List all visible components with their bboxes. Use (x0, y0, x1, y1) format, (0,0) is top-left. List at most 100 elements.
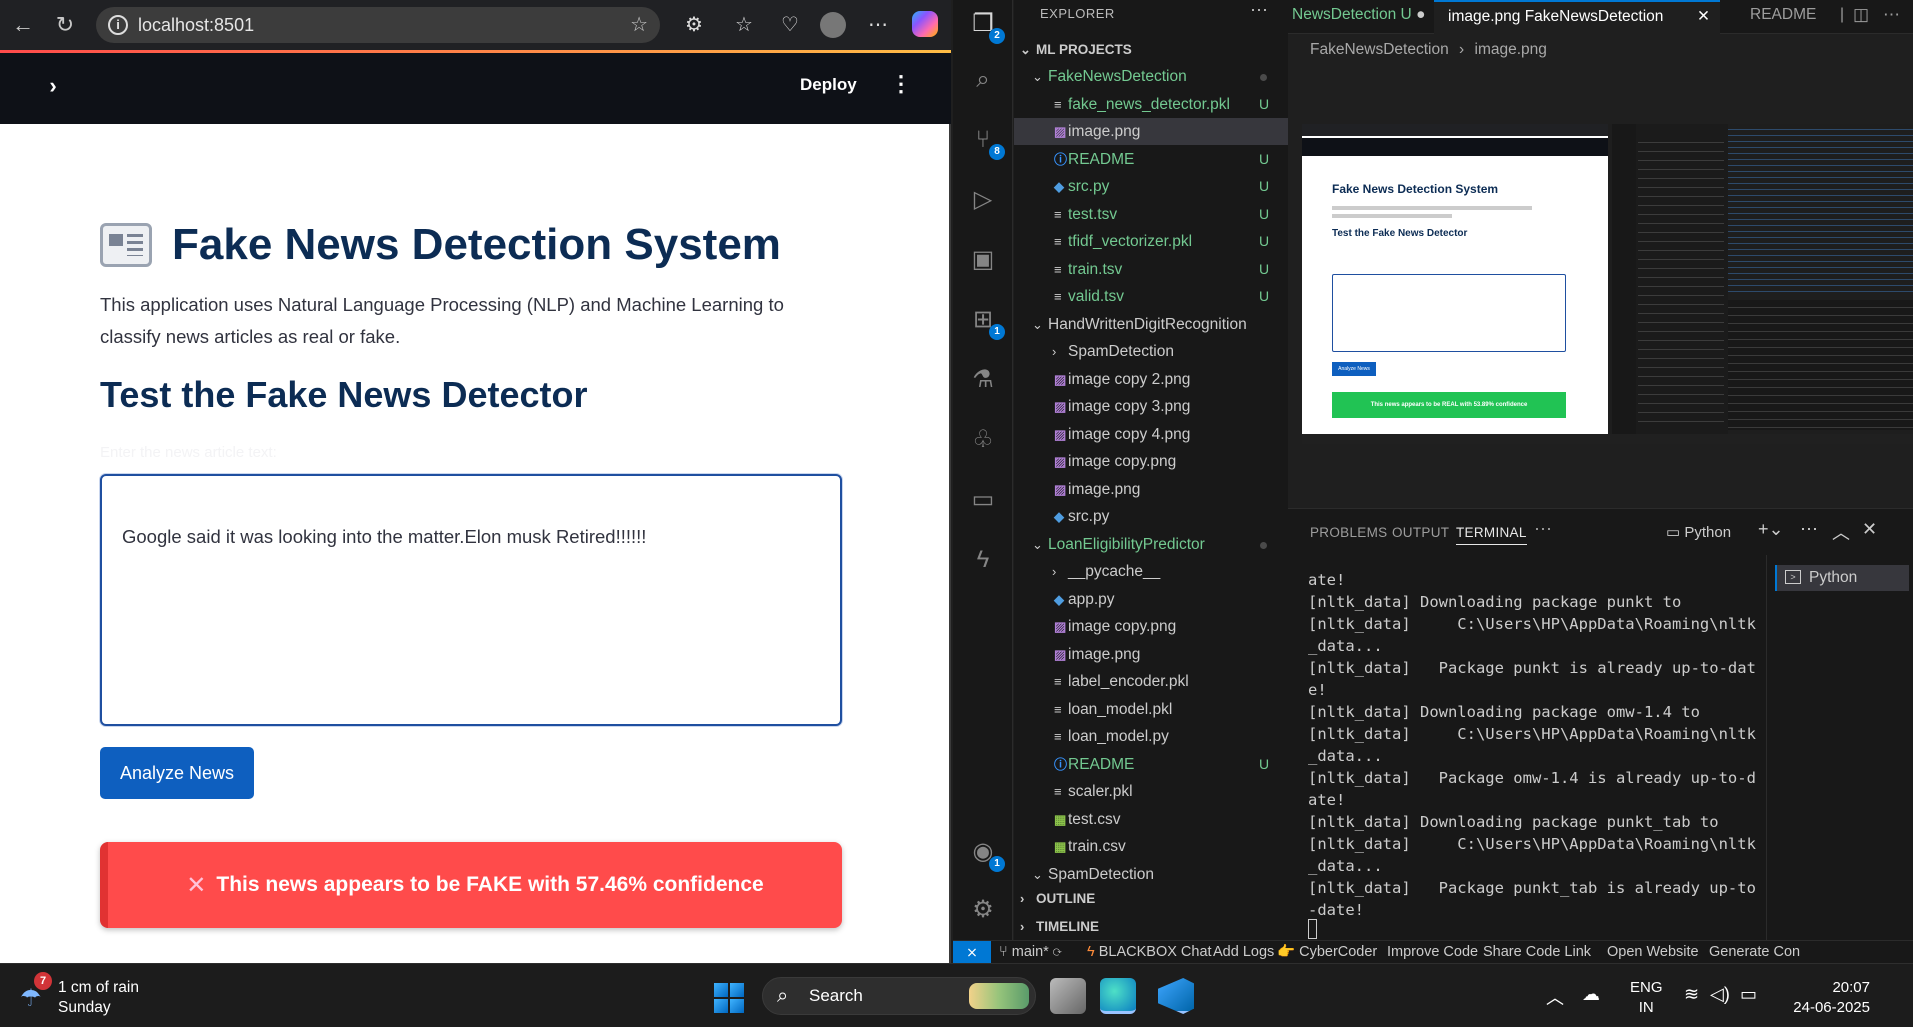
clock[interactable]: 20:07 24-06-2025 (1780, 978, 1870, 1018)
tree-file[interactable]: ▦ test.csv (1014, 806, 1288, 833)
tree-file[interactable]: ▨ image copy 4.png (1014, 421, 1288, 448)
tree-file[interactable]: ▨ image.png (1014, 476, 1288, 503)
outline-header[interactable]: › OUTLINE (1014, 885, 1288, 912)
workspace-header[interactable]: ⌄ ML PROJECTS (1014, 36, 1288, 63)
tree-file[interactable]: ≡ loan_model.py (1014, 723, 1288, 750)
run-debug-icon[interactable]: ▷ (967, 184, 999, 216)
volume-icon[interactable]: ◁) (1710, 984, 1730, 1005)
taskbar-search[interactable]: ⌕ Search (762, 977, 1036, 1015)
close-panel-icon[interactable]: ✕ (1862, 519, 1877, 540)
accounts-icon[interactable]: ◉ 1 (967, 836, 1005, 872)
deploy-button[interactable]: Deploy (800, 75, 857, 95)
back-icon[interactable]: ← (8, 10, 38, 40)
status-blackbox-chat[interactable]: ϟ BLACKBOX Chat (1087, 941, 1212, 963)
tree-file[interactable]: ≡ label_encoder.pkl (1014, 668, 1288, 695)
source-control-icon[interactable]: ⑂ 8 (967, 124, 1005, 160)
main-menu-icon[interactable]: ⋮ (890, 71, 912, 97)
copilot-icon[interactable] (912, 11, 938, 37)
split-editor-icon[interactable]: ◫ (1853, 0, 1877, 34)
vscode-taskbar-icon[interactable] (1158, 978, 1194, 1014)
tree-folder[interactable]: › __pycache__ (1014, 558, 1288, 585)
tab-news-detection[interactable]: NewsDetection U ● (1288, 0, 1430, 34)
maximize-panel-icon[interactable]: ︿ (1832, 519, 1850, 545)
tab-terminal[interactable]: TERMINAL (1456, 525, 1527, 545)
wifi-icon[interactable]: ≋ (1684, 984, 1699, 1005)
status-generate-code[interactable]: Generate Con (1709, 941, 1800, 963)
tree-file[interactable]: ⓘ README U (1014, 146, 1288, 173)
status-improve-code[interactable]: Improve Code (1387, 941, 1478, 963)
tree-file[interactable]: ≡ loan_model.pkl (1014, 696, 1288, 723)
terminal-profile-label[interactable]: ▭ Python (1666, 523, 1731, 541)
battery-icon[interactable]: ▭ (1740, 984, 1757, 1005)
tree-file[interactable]: ▨ image.png (1014, 118, 1288, 145)
tree-folder[interactable]: ⌄ LoanEligibilityPredictor (1014, 531, 1288, 558)
task-view-icon[interactable] (1050, 978, 1086, 1014)
windows-start-icon[interactable] (714, 983, 744, 1013)
tab-problems[interactable]: PROBLEMS (1310, 525, 1387, 540)
blackbox-icon[interactable]: ϟ (967, 544, 999, 576)
more-options-icon[interactable]: ⋯ (864, 11, 892, 39)
tree-file[interactable]: ▦ train.csv (1014, 833, 1288, 860)
profile-avatar[interactable] (820, 12, 846, 38)
tree-file[interactable]: ◆ src.py U (1014, 173, 1288, 200)
site-info-icon[interactable]: i (108, 15, 128, 35)
favorite-star-icon[interactable]: ☆ (630, 7, 648, 43)
tree-folder[interactable]: ⌄ HandWrittenDigitRecognition (1014, 311, 1288, 338)
status-share-code-link[interactable]: Share Code Link (1483, 941, 1591, 963)
tree-file[interactable]: ◆ app.py (1014, 586, 1288, 613)
new-terminal-icon[interactable]: +⌄ (1758, 519, 1784, 540)
tree-folder[interactable]: › SpamDetection (1014, 338, 1288, 365)
timeline-header[interactable]: › TIMELINE (1014, 913, 1288, 940)
testing-icon[interactable]: ⚗ (967, 364, 999, 396)
tree-folder[interactable]: ⌄ SpamDetection (1014, 861, 1288, 888)
tree-file[interactable]: ⓘ README U (1014, 751, 1288, 778)
remote-explorer-icon[interactable]: ▣ (967, 244, 999, 276)
tree-file[interactable]: ≡ valid.tsv U (1014, 283, 1288, 310)
copilot-chat-icon[interactable]: ♧ (967, 424, 999, 456)
terminal-output[interactable]: ate! [nltk_data] Downloading package punk… (1308, 569, 1756, 921)
tree-folder[interactable]: ⌄ FakeNewsDetection (1014, 63, 1288, 90)
sidebar-expand-icon[interactable]: › (40, 73, 66, 99)
tree-file[interactable]: ▨ image copy 3.png (1014, 393, 1288, 420)
chat-icon[interactable]: ▭ (967, 484, 999, 516)
onedrive-icon[interactable]: ☁ (1582, 984, 1600, 1005)
news-text-input[interactable] (100, 474, 842, 726)
tree-file[interactable]: ≡ fake_news_detector.pkl U (1014, 91, 1288, 118)
address-bar[interactable]: i localhost:8501 ☆ (96, 7, 660, 43)
language-indicator[interactable]: ENG IN (1630, 978, 1663, 1018)
tab-output[interactable]: OUTPUT (1392, 525, 1449, 540)
editor-more-icon[interactable]: ⋯ (1883, 0, 1907, 34)
git-branch[interactable]: ⑂ main* ⟳ (999, 941, 1062, 963)
show-hidden-icons-icon[interactable]: ︿ (1546, 984, 1564, 1010)
status-cybercoder[interactable]: 👉 CyberCoder (1277, 941, 1377, 963)
remote-indicator-icon[interactable]: ⨯ (953, 941, 991, 963)
explorer-icon[interactable]: ❐ 2 (967, 8, 1005, 44)
status-open-website[interactable]: Open Website (1607, 941, 1699, 963)
tree-file[interactable]: ▨ image copy.png (1014, 613, 1288, 640)
tree-file[interactable]: ▨ image.png (1014, 641, 1288, 668)
explorer-more-icon[interactable]: ⋯ (1250, 0, 1268, 21)
edge-browser-icon[interactable] (1100, 978, 1136, 1014)
tree-file[interactable]: ▨ image copy 2.png (1014, 366, 1288, 393)
refresh-icon[interactable]: ↻ (50, 10, 80, 40)
tab-image-png[interactable]: image.png FakeNewsDetection ✕ (1434, 0, 1720, 34)
settings-gear-icon[interactable]: ⚙ (967, 894, 999, 926)
tree-file[interactable]: ▨ image copy.png (1014, 448, 1288, 475)
tree-file[interactable]: ≡ test.tsv U (1014, 201, 1288, 228)
favorites-icon[interactable]: ☆ (730, 11, 758, 39)
close-tab-icon[interactable]: ✕ (1697, 2, 1710, 32)
terminal-more-icon[interactable]: ⋯ (1800, 519, 1818, 540)
status-add-logs[interactable]: Add Logs (1213, 941, 1274, 963)
tree-file[interactable]: ≡ tfidf_vectorizer.pkl U (1014, 228, 1288, 255)
analyze-news-button[interactable]: Analyze News (100, 747, 254, 799)
panel-more-icon[interactable]: ⋯ (1534, 519, 1552, 540)
extensions-icon[interactable]: ⚙ (680, 11, 708, 39)
tab-readme[interactable]: README | (1724, 0, 1844, 34)
tree-file[interactable]: ≡ train.tsv U (1014, 256, 1288, 283)
search-icon[interactable]: ⌕ (967, 64, 999, 96)
extensions-icon[interactable]: ⊞ 1 (967, 304, 1005, 340)
tree-file[interactable]: ≡ scaler.pkl (1014, 778, 1288, 805)
terminal-list-item[interactable]: > Python (1775, 565, 1909, 591)
tree-file[interactable]: ◆ src.py (1014, 503, 1288, 530)
browser-essentials-icon[interactable]: ♡ (776, 11, 804, 39)
